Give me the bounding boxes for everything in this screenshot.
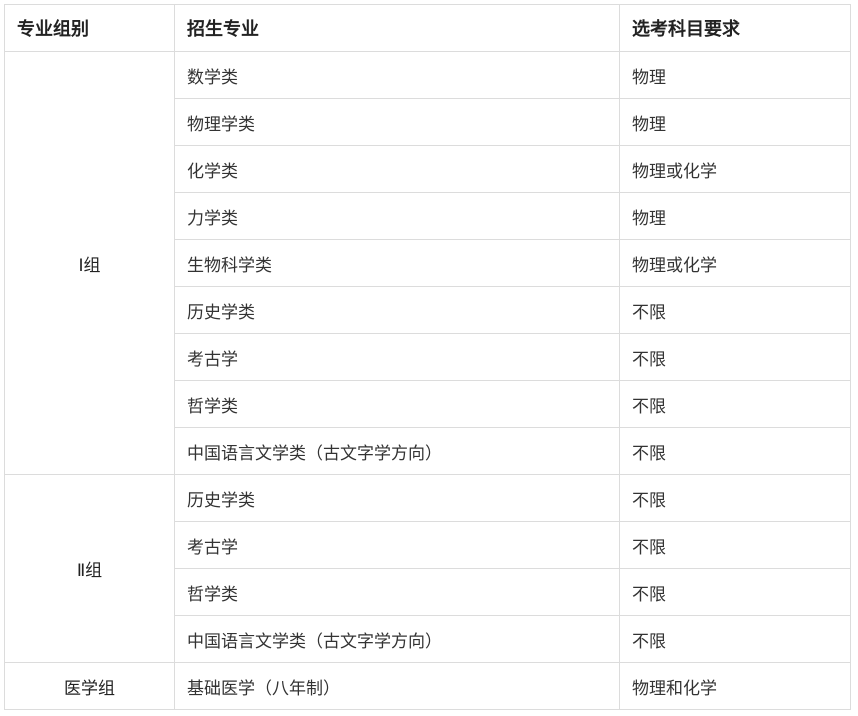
requirement-cell: 物理或化学 bbox=[619, 239, 851, 287]
requirement-cell: 不限 bbox=[619, 427, 851, 475]
requirement-cell: 不限 bbox=[619, 286, 851, 334]
major-cell: 中国语言文学类（古文字学方向） bbox=[174, 427, 620, 475]
requirement-cell: 不限 bbox=[619, 568, 851, 616]
group-cell: Ⅱ组 bbox=[4, 474, 175, 663]
major-cell: 数学类 bbox=[174, 51, 620, 99]
major-cell: 力学类 bbox=[174, 192, 620, 240]
admission-table: 专业组别 招生专业 选考科目要求 Ⅰ组 数学类 物理 物理学类 物理 化学类 物… bbox=[4, 4, 851, 710]
requirement-cell: 不限 bbox=[619, 615, 851, 663]
requirement-cell: 物理 bbox=[619, 192, 851, 240]
requirement-cell: 不限 bbox=[619, 380, 851, 428]
group-cell: 医学组 bbox=[4, 662, 175, 710]
header-row: 专业组别 招生专业 选考科目要求 bbox=[4, 4, 851, 52]
requirement-cell: 不限 bbox=[619, 333, 851, 381]
major-cell: 历史学类 bbox=[174, 474, 620, 522]
header-major: 招生专业 bbox=[174, 4, 620, 52]
major-cell: 基础医学（八年制） bbox=[174, 662, 620, 710]
header-group: 专业组别 bbox=[4, 4, 175, 52]
major-cell: 物理学类 bbox=[174, 98, 620, 146]
requirement-cell: 不限 bbox=[619, 521, 851, 569]
major-cell: 化学类 bbox=[174, 145, 620, 193]
table-row: Ⅱ组 历史学类 不限 bbox=[4, 474, 851, 663]
requirement-cell: 物理 bbox=[619, 51, 851, 99]
major-cell: 哲学类 bbox=[174, 568, 620, 616]
requirement-cell: 物理或化学 bbox=[619, 145, 851, 193]
major-cell: 哲学类 bbox=[174, 380, 620, 428]
group-cell: Ⅰ组 bbox=[4, 51, 175, 475]
major-cell: 中国语言文学类（古文字学方向） bbox=[174, 615, 620, 663]
major-cell: 生物科学类 bbox=[174, 239, 620, 287]
major-cell: 考古学 bbox=[174, 333, 620, 381]
table-row: Ⅰ组 数学类 物理 bbox=[4, 51, 851, 475]
major-cell: 历史学类 bbox=[174, 286, 620, 334]
table-row: 医学组 基础医学（八年制） 物理和化学 bbox=[4, 662, 851, 710]
requirement-cell: 物理和化学 bbox=[619, 662, 851, 710]
requirement-cell: 不限 bbox=[619, 474, 851, 522]
header-requirement: 选考科目要求 bbox=[619, 4, 851, 52]
major-cell: 考古学 bbox=[174, 521, 620, 569]
requirement-cell: 物理 bbox=[619, 98, 851, 146]
